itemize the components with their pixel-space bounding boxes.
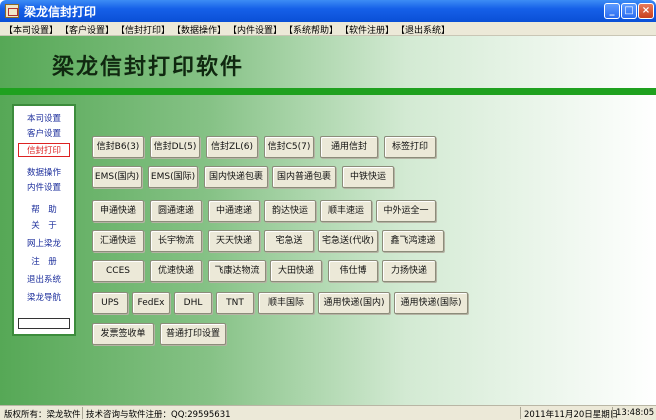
sidebar-item-register[interactable]: 注 册 (14, 255, 74, 267)
general-express-domestic-button[interactable]: 通用快递(国内) (318, 292, 390, 314)
ems-international-button[interactable]: EMS(国际) (148, 166, 198, 188)
menu-bar: 【本司设置】 【客户设置】 【信封打印】 【数据操作】 【内件设置】 【系统帮助… (0, 22, 656, 36)
sidebar-item-navigation[interactable]: 梁龙导航 (14, 291, 74, 303)
domestic-express-parcel-button[interactable]: 国内快递包裹 (204, 166, 268, 188)
envelope-c5-button[interactable]: 信封C5(7) (264, 136, 314, 158)
general-express-international-button[interactable]: 通用快递(国际) (394, 292, 468, 314)
sidebar-item-about[interactable]: 关 于 (14, 219, 74, 231)
sidebar-item-online[interactable]: 网上梁龙 (14, 237, 74, 249)
app-icon (5, 4, 19, 18)
crexpress-button[interactable]: 中铁快运 (342, 166, 394, 188)
window-title: 梁龙信封打印 (24, 5, 97, 19)
sidebar-input[interactable] (18, 318, 70, 329)
huitong-express-button[interactable]: 汇通快运 (92, 230, 144, 252)
status-bar: 版权所有：梁龙软件 技术咨询与软件注册：QQ:29595631 2011年11月… (0, 405, 656, 420)
envelope-dl-button[interactable]: 信封DL(5) (150, 136, 200, 158)
sidebar-item-contents-settings[interactable]: 内件设置 (14, 181, 74, 193)
uc-express-button[interactable]: 优速快递 (150, 260, 202, 282)
ems-domestic-button[interactable]: EMS(国内) (92, 166, 142, 188)
label-print-button[interactable]: 标签打印 (384, 136, 436, 158)
menu-data-operations[interactable]: 【数据操作】 (172, 23, 226, 36)
minimize-button[interactable]: _ (604, 3, 620, 19)
sidebar-item-client-settings[interactable]: 客户设置 (14, 127, 74, 139)
invoice-receipt-button[interactable]: 发票签收单 (92, 323, 154, 345)
envelope-zl-button[interactable]: 信封ZL(6) (206, 136, 258, 158)
sidebar-item-envelope-print[interactable]: 信封打印 (18, 143, 70, 157)
menu-exit-system[interactable]: 【退出系统】 (396, 23, 450, 36)
menu-contents-settings[interactable]: 【内件设置】 (228, 23, 282, 36)
cces-button[interactable]: CCES (92, 260, 144, 282)
maximize-button[interactable]: □ (621, 3, 637, 19)
sf-international-button[interactable]: 顺丰国际 (258, 292, 314, 314)
menu-client-settings[interactable]: 【客户设置】 (60, 23, 114, 36)
sinotrans-button[interactable]: 中外运全一 (376, 200, 436, 222)
liyang-express-button[interactable]: 力扬快递 (382, 260, 436, 282)
status-contact: 技术咨询与软件注册：QQ:29595631 (86, 410, 231, 420)
general-envelope-button[interactable]: 通用信封 (320, 136, 378, 158)
dtw-express-button[interactable]: 大田快递 (270, 260, 322, 282)
tiantian-express-button[interactable]: 天天快递 (208, 230, 260, 252)
zjs-cod-button[interactable]: 宅急送(代收) (318, 230, 378, 252)
domestic-regular-parcel-button[interactable]: 国内普通包裹 (272, 166, 336, 188)
sidebar-item-company-settings[interactable]: 本司设置 (14, 112, 74, 124)
sidebar-item-exit[interactable]: 退出系统 (14, 273, 74, 285)
yunda-express-button[interactable]: 韵达快运 (264, 200, 316, 222)
main-content: 梁龙信封打印软件 本司设置 客户设置 信封打印 数据操作 内件设置 帮 助 关 … (0, 36, 656, 405)
weishibo-button[interactable]: 伟仕博 (328, 260, 378, 282)
yto-express-button[interactable]: 圆通速递 (150, 200, 202, 222)
menu-software-register[interactable]: 【软件注册】 (340, 23, 394, 36)
zjs-express-button[interactable]: 宅急送 (264, 230, 314, 252)
xinfeihong-button[interactable]: 鑫飞鸿速递 (382, 230, 444, 252)
ups-button[interactable]: UPS (92, 292, 128, 314)
tnt-button[interactable]: TNT (216, 292, 254, 314)
menu-system-help[interactable]: 【系统帮助】 (284, 23, 338, 36)
title-bar: 梁龙信封打印 _ □ × (0, 0, 656, 22)
dhl-button[interactable]: DHL (174, 292, 212, 314)
sto-express-button[interactable]: 申通快递 (92, 200, 144, 222)
menu-company-settings[interactable]: 【本司设置】 (4, 23, 58, 36)
banner-title: 梁龙信封打印软件 (52, 54, 245, 80)
status-date: 2011年11月20日星期日 (524, 410, 619, 420)
sidebar-item-data-operations[interactable]: 数据操作 (14, 166, 74, 178)
status-time: 13:48:05 (616, 408, 655, 418)
sf-express-button[interactable]: 顺丰速运 (320, 200, 372, 222)
feikangda-button[interactable]: 飞康达物流 (208, 260, 266, 282)
status-copyright: 版权所有：梁龙软件 (4, 410, 81, 420)
fedex-button[interactable]: FedEx (132, 292, 170, 314)
print-settings-button[interactable]: 普通打印设置 (160, 323, 226, 345)
envelope-b6-button[interactable]: 信封B6(3) (92, 136, 144, 158)
banner-stripe (0, 88, 656, 95)
sidebar: 本司设置 客户设置 信封打印 数据操作 内件设置 帮 助 关 于 网上梁龙 注 … (12, 104, 76, 336)
changyu-logistics-button[interactable]: 长宇物流 (150, 230, 202, 252)
close-button[interactable]: × (638, 3, 654, 19)
menu-envelope-print[interactable]: 【信封打印】 (116, 23, 170, 36)
sidebar-item-help[interactable]: 帮 助 (14, 203, 74, 215)
zto-express-button[interactable]: 中通速递 (208, 200, 260, 222)
